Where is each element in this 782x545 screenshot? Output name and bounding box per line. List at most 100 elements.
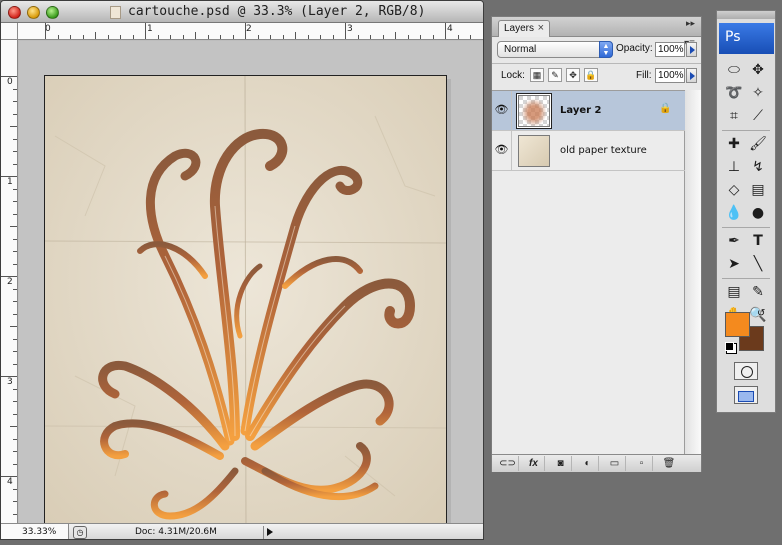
layer-row-old-paper-texture[interactable]: 👁 old paper texture [492, 131, 685, 171]
lock-transparent-pixels-icon[interactable]: ▦ [530, 68, 544, 82]
line-icon[interactable]: ╲ [746, 253, 770, 275]
photoshop-logo[interactable]: Ps [719, 23, 774, 54]
opacity-slider-arrow-icon[interactable] [686, 42, 697, 57]
ruler-tick [257, 35, 259, 39]
layers-panel-tab-bar[interactable]: Layers × ▸▸ [492, 17, 701, 37]
ruler-left-label: 3 [7, 377, 13, 387]
brush-icon[interactable]: 🖌 [746, 133, 770, 155]
zoom-level-field[interactable]: 33.33% [1, 524, 69, 539]
fx-icon[interactable]: fx [523, 456, 545, 471]
slice-icon[interactable]: ⟋ [746, 105, 770, 127]
ruler-tick [10, 426, 17, 427]
opacity-label: Opacity: [616, 43, 653, 54]
move-icon[interactable]: ✥ [746, 59, 770, 81]
ruler-tick [13, 501, 17, 502]
lock-all-icon[interactable]: 🔒 [584, 68, 598, 82]
ruler-tick [382, 35, 384, 39]
new-layer-icon[interactable]: ▫ [631, 456, 653, 471]
ruler-tick [457, 35, 459, 39]
ruler-tick [282, 35, 284, 39]
minimize-window-button[interactable] [27, 6, 40, 19]
ruler-tick [13, 288, 17, 290]
quick-mask-button[interactable] [734, 362, 758, 380]
type-icon[interactable]: T [746, 230, 770, 252]
healing-brush-icon[interactable]: ✚ [722, 133, 746, 155]
ruler-tick [120, 35, 121, 39]
dodge-icon[interactable]: ● [746, 202, 770, 224]
screen-mode-button[interactable] [734, 386, 758, 404]
ruler-tick [395, 32, 396, 39]
status-menu-arrow-icon[interactable] [263, 526, 275, 539]
ruler-tick [320, 35, 321, 39]
gradient-icon[interactable]: ▤ [746, 179, 770, 201]
fill-field[interactable]: 100% [655, 68, 685, 83]
layer-row-layer-2[interactable]: 👁 Layer 2 🔒 [492, 91, 685, 131]
ruler-origin[interactable] [1, 23, 18, 40]
trash-icon[interactable]: 🗑 [658, 456, 680, 471]
status-info-icon[interactable]: ◷ [73, 526, 87, 539]
chevron-updown-icon: ▲ ▼ [599, 41, 613, 58]
group-icon[interactable]: ▭ [604, 456, 626, 471]
path-selection-icon[interactable]: ➤ [722, 253, 746, 275]
ruler-tick [13, 363, 17, 365]
blur-icon[interactable]: 💧 [722, 202, 746, 224]
document-canvas[interactable] [44, 75, 447, 534]
swap-colors-icon[interactable]: ↺ [757, 308, 765, 319]
ruler-tick [13, 301, 17, 302]
ruler-tick [13, 201, 17, 202]
visibility-eye-icon[interactable]: 👁 [492, 131, 512, 170]
blend-mode-select[interactable]: Normal ▲ ▼ [497, 41, 613, 58]
document-title-bar[interactable]: cartouche.psd @ 33.3% (Layer 2, RGB/8) [1, 1, 483, 23]
notes-icon[interactable]: ▤ [722, 281, 746, 303]
visibility-eye-icon[interactable]: 👁 [492, 91, 512, 130]
history-brush-icon[interactable]: ↯ [746, 156, 770, 178]
clone-stamp-icon[interactable]: ⊥ [722, 156, 746, 178]
document-proxy-icon[interactable] [110, 6, 121, 19]
ruler-top-label: 4 [447, 24, 453, 34]
marquee-icon[interactable]: ⬭ [722, 59, 746, 81]
crop-icon[interactable]: ⌗ [722, 105, 746, 127]
ruler-tick [470, 35, 471, 39]
opacity-field[interactable]: 100% [655, 42, 685, 57]
ruler-tick [232, 35, 234, 39]
close-window-button[interactable] [8, 6, 21, 19]
ruler-tick [13, 338, 17, 340]
ruler-tick [170, 35, 171, 39]
layers-scrollbar[interactable] [685, 90, 701, 454]
eyedropper-icon[interactable]: ✎ [746, 281, 770, 303]
horizontal-ruler[interactable]: 0 1 2 3 4 [18, 23, 483, 40]
zoom-window-button[interactable] [46, 6, 59, 19]
close-icon[interactable]: × [538, 22, 544, 34]
vertical-ruler[interactable]: 0 1 2 3 4 [1, 40, 18, 523]
ruler-tick [13, 351, 17, 352]
layer-thumbnail [517, 94, 551, 128]
canvas-pasteboard[interactable] [19, 41, 483, 534]
link-icon[interactable]: ⊂⊃ [497, 456, 519, 471]
blend-mode-value: Normal [504, 44, 537, 55]
fill-slider-arrow-icon[interactable] [686, 68, 697, 83]
ruler-left-label: 1 [7, 177, 13, 187]
mask-icon[interactable]: ◙ [550, 456, 572, 471]
tools-panel-grip[interactable] [717, 11, 775, 19]
ruler-tick [1, 76, 17, 77]
lock-position-icon[interactable]: ✥ [566, 68, 580, 82]
divider [492, 63, 701, 64]
ruler-tick [1, 476, 17, 477]
tab-layers[interactable]: Layers × [498, 20, 550, 37]
ruler-tick [270, 35, 271, 39]
layer-name: Layer 2 [560, 105, 602, 116]
eraser-icon[interactable]: ◇ [722, 179, 746, 201]
ruler-left-label: 4 [7, 477, 13, 487]
magic-wand-icon[interactable]: ✧ [746, 82, 770, 104]
foreground-color-swatch[interactable] [725, 312, 750, 337]
lock-image-pixels-icon[interactable]: ✎ [548, 68, 562, 82]
ruler-tick [13, 263, 17, 265]
adjustment-icon[interactable]: ◐ [577, 456, 599, 471]
collapse-panel-icon[interactable]: ▸▸ [686, 18, 695, 29]
ruler-tick [332, 35, 334, 39]
default-colors-icon[interactable] [725, 342, 734, 351]
pen-icon[interactable]: ✒ [722, 230, 746, 252]
lasso-icon[interactable]: ➰ [722, 82, 746, 104]
ruler-tick [307, 35, 309, 39]
ruler-tick [13, 113, 17, 115]
